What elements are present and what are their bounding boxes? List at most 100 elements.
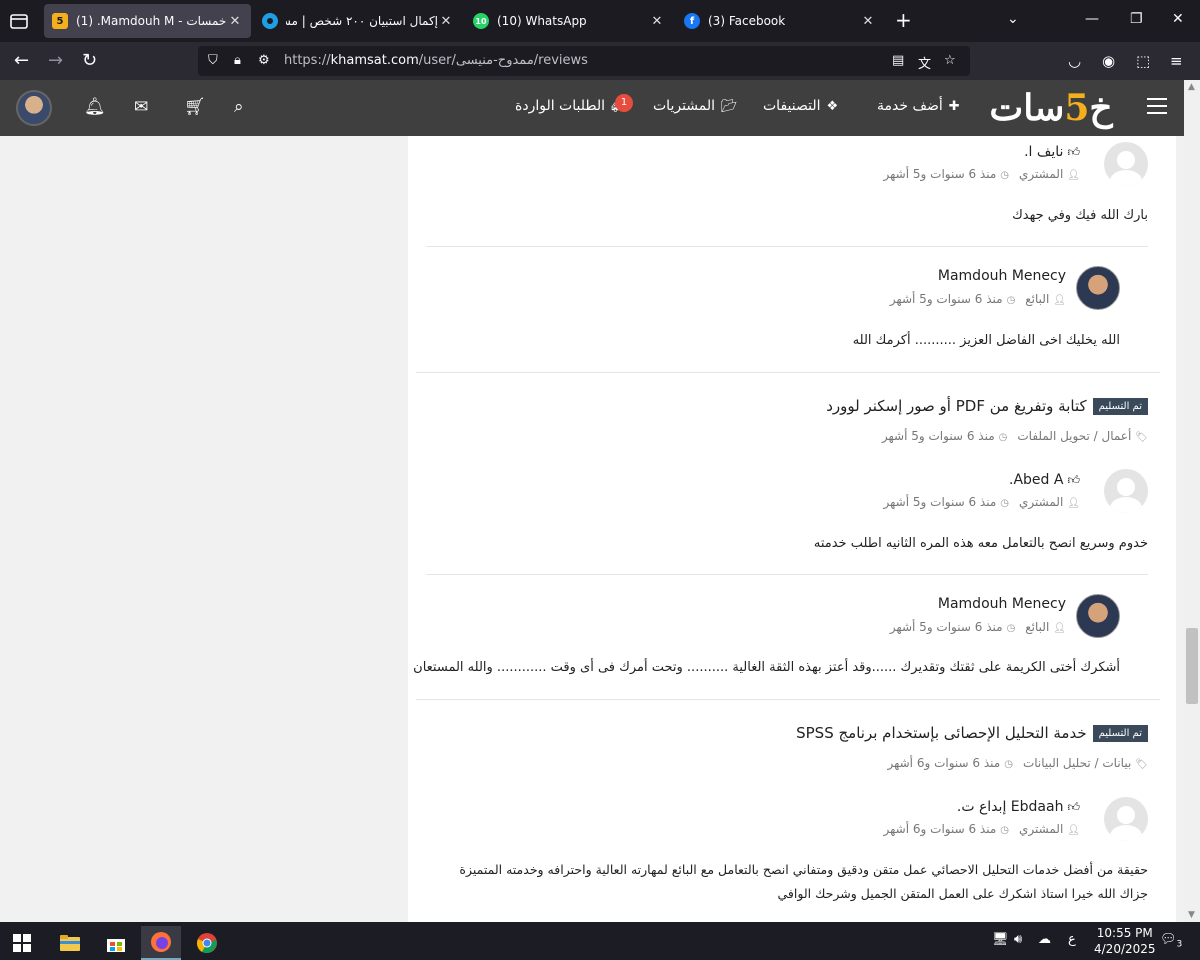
browser-nav-bar: ← → ↻ ⛉ 🔒︎ ⚙ https://khamsat.com/user/مم… xyxy=(0,42,1200,80)
windows-start-icon[interactable] xyxy=(2,926,42,960)
bookmark-star-icon[interactable]: ☆ xyxy=(944,53,956,68)
clock-icon: ◷ xyxy=(1000,825,1010,836)
hamburger-menu-icon[interactable] xyxy=(1147,98,1167,119)
clock-icon: ◷ xyxy=(1006,623,1016,634)
seller-name[interactable]: Mamdouh Menecy xyxy=(938,268,1066,284)
divider xyxy=(416,699,1160,700)
translate-icon[interactable]: 文 xyxy=(918,53,931,72)
plus-icon: ✚ xyxy=(948,99,960,114)
nav-incoming-requests[interactable]: 🚚︎الطلبات الواردة xyxy=(515,98,628,114)
shield-icon[interactable]: ⛉ xyxy=(208,53,218,68)
reviewer-name[interactable]: 👍︎نايف ا. xyxy=(1024,144,1080,160)
tab-facebook[interactable]: f (3) Facebook ✕ xyxy=(676,4,884,38)
clock-icon: ◷ xyxy=(1004,759,1013,770)
user-avatar[interactable] xyxy=(16,90,52,126)
service-title[interactable]: تم التسليمكتابة وتفريغ من PDF أو صور إسك… xyxy=(826,397,1148,415)
review-text: حقيقة من أفضل خدمات التحليل الاحصائي عمل… xyxy=(459,862,1148,877)
reviewer-name[interactable]: 👍︎Abed A. xyxy=(1009,472,1080,488)
close-tab-icon[interactable]: ✕ xyxy=(860,14,876,29)
tag-icon: 🏷︎ xyxy=(1135,432,1148,443)
tab-list-icon[interactable] xyxy=(8,10,30,32)
close-window-icon[interactable]: ✕ xyxy=(1172,11,1184,27)
review-text: خدوم وسريع انصح بالتعامل معه هذه المره ا… xyxy=(813,536,1148,551)
tab-whatsapp[interactable]: 10 (10) WhatsApp ✕ xyxy=(465,4,673,38)
scroll-up-icon[interactable]: ▲ xyxy=(1188,82,1195,92)
review-text: بارك الله فيك وفي جهدك xyxy=(1012,208,1148,223)
lock-icon[interactable]: 🔒︎ xyxy=(234,53,241,68)
account-icon[interactable]: ◉ xyxy=(1102,52,1115,70)
nav-add-service[interactable]: ✚أضف خدمة xyxy=(877,98,960,114)
cart-icon[interactable]: 🛒︎ xyxy=(184,97,206,117)
file-explorer-icon[interactable] xyxy=(50,926,90,960)
extensions-icon[interactable]: ⬚ xyxy=(1136,52,1150,70)
envelope-icon[interactable]: ✉ xyxy=(134,97,148,117)
clock[interactable]: 10:55 PM 4/20/2025 xyxy=(1094,925,1156,957)
tab-title: (10) WhatsApp xyxy=(497,14,587,28)
chrome-icon[interactable] xyxy=(187,926,227,960)
minimize-icon[interactable]: — xyxy=(1085,11,1099,27)
service-meta: 🏷︎بيانات / تحليل البيانات◷منذ 6 سنوات و6… xyxy=(887,756,1148,770)
nav-categories[interactable]: ❖التصنيفات xyxy=(763,98,838,114)
reader-view-icon[interactable]: ▤ xyxy=(892,53,904,68)
cubes-icon: ❖ xyxy=(826,99,839,114)
page-scrollbar[interactable]: ▲ ▼ xyxy=(1184,80,1200,922)
thumbs-up-icon: 👍︎ xyxy=(1067,800,1080,814)
restore-icon[interactable]: ❐ xyxy=(1130,11,1143,27)
khamsat-logo[interactable]: خ5سات xyxy=(982,86,1120,130)
weather-icon[interactable]: ☁ xyxy=(1038,932,1051,947)
reviewer-name[interactable]: 👍︎Ebdaah إبداع ت. xyxy=(957,799,1080,815)
folder-icon: 📂︎ xyxy=(721,99,738,114)
scroll-down-icon[interactable]: ▼ xyxy=(1188,910,1195,920)
notification-center-icon[interactable]: 💬︎3 xyxy=(1160,932,1182,950)
url-text[interactable]: https://khamsat.com/user/ممدوح-منيسى/rev… xyxy=(284,53,588,68)
user-icon: 👤︎ xyxy=(1067,825,1080,836)
tab-title: (3) Facebook xyxy=(708,14,786,28)
nav-purchases[interactable]: 📂︎المشتريات xyxy=(653,98,738,114)
service-title[interactable]: تم التسليمخدمة التحليل الإحصائى بإستخدام… xyxy=(796,724,1148,742)
close-tab-icon[interactable]: ✕ xyxy=(649,14,665,29)
language-indicator[interactable]: ع xyxy=(1068,932,1076,947)
review-meta: 👤︎المشتري◷منذ 6 سنوات و5 أشهر xyxy=(883,495,1080,509)
default-avatar-icon xyxy=(1104,142,1148,186)
reply-meta: 👤︎البائع◷منذ 6 سنوات و5 أشهر xyxy=(889,292,1066,306)
tab-khamsat[interactable]: 5 (1) .Mamdouh M - خمسات ✕ xyxy=(44,4,251,38)
url-bar[interactable]: ⛉ 🔒︎ ⚙ https://khamsat.com/user/ممدوح-من… xyxy=(198,46,970,76)
reload-icon[interactable]: ↻ xyxy=(82,50,97,72)
back-arrow-icon[interactable]: ← xyxy=(14,50,29,72)
reply-text: الله يخليك اخى الفاضل العزيز .......... … xyxy=(852,333,1120,348)
close-tab-icon[interactable]: ✕ xyxy=(227,14,243,29)
review-meta: 👤︎المشتري◷منذ 6 سنوات و6 أشهر xyxy=(883,822,1080,836)
default-avatar-icon xyxy=(1104,797,1148,841)
store-icon[interactable] xyxy=(96,926,136,960)
close-tab-icon[interactable]: ✕ xyxy=(438,14,454,29)
clock-icon: ◷ xyxy=(1000,170,1010,181)
reply-text: أشكرك أختى الكريمة على ثقتك وتقديرك ....… xyxy=(413,660,1120,675)
seller-avatar[interactable] xyxy=(1076,594,1120,638)
tag-icon: 🏷︎ xyxy=(1135,759,1148,770)
scrollbar-thumb[interactable] xyxy=(1186,628,1198,704)
delivered-badge: تم التسليم xyxy=(1092,398,1148,415)
default-avatar-icon xyxy=(1104,469,1148,513)
facebook-favicon-icon: f xyxy=(684,13,700,29)
seller-name[interactable]: Mamdouh Menecy xyxy=(938,596,1066,612)
clock-icon: ◷ xyxy=(1006,295,1016,306)
network-icon[interactable]: 🖥︎ xyxy=(992,932,1009,947)
chevron-down-icon[interactable]: ⌄ xyxy=(1007,11,1019,27)
whatsapp-favicon-icon: 10 xyxy=(473,13,489,29)
firefox-icon[interactable] xyxy=(141,926,181,960)
thumbs-up-icon: 👍︎ xyxy=(1067,145,1080,159)
pocket-icon[interactable]: ◡ xyxy=(1068,52,1081,70)
tab-mostaql[interactable]: إكمال استبيان ٢٠٠ شخص | مستقل ✕ xyxy=(254,4,462,38)
bell-icon[interactable]: 🔔︎ xyxy=(84,97,106,117)
seller-avatar[interactable] xyxy=(1076,266,1120,310)
delivered-badge: تم التسليم xyxy=(1092,725,1148,742)
search-icon[interactable]: ⌕ xyxy=(234,97,244,117)
windows-taskbar: 🖥︎ 🔊︎ ☁ ع 10:55 PM 4/20/2025 💬︎3 xyxy=(0,922,1200,960)
user-icon: 👤︎ xyxy=(1053,295,1066,306)
new-tab-icon[interactable]: + xyxy=(895,10,912,30)
volume-icon[interactable]: 🔊︎ xyxy=(1014,932,1022,947)
permissions-icon[interactable]: ⚙ xyxy=(258,53,270,68)
menu-icon[interactable]: ≡ xyxy=(1170,52,1183,70)
user-icon: 👤︎ xyxy=(1067,170,1080,181)
forward-arrow-icon[interactable]: → xyxy=(48,50,63,72)
